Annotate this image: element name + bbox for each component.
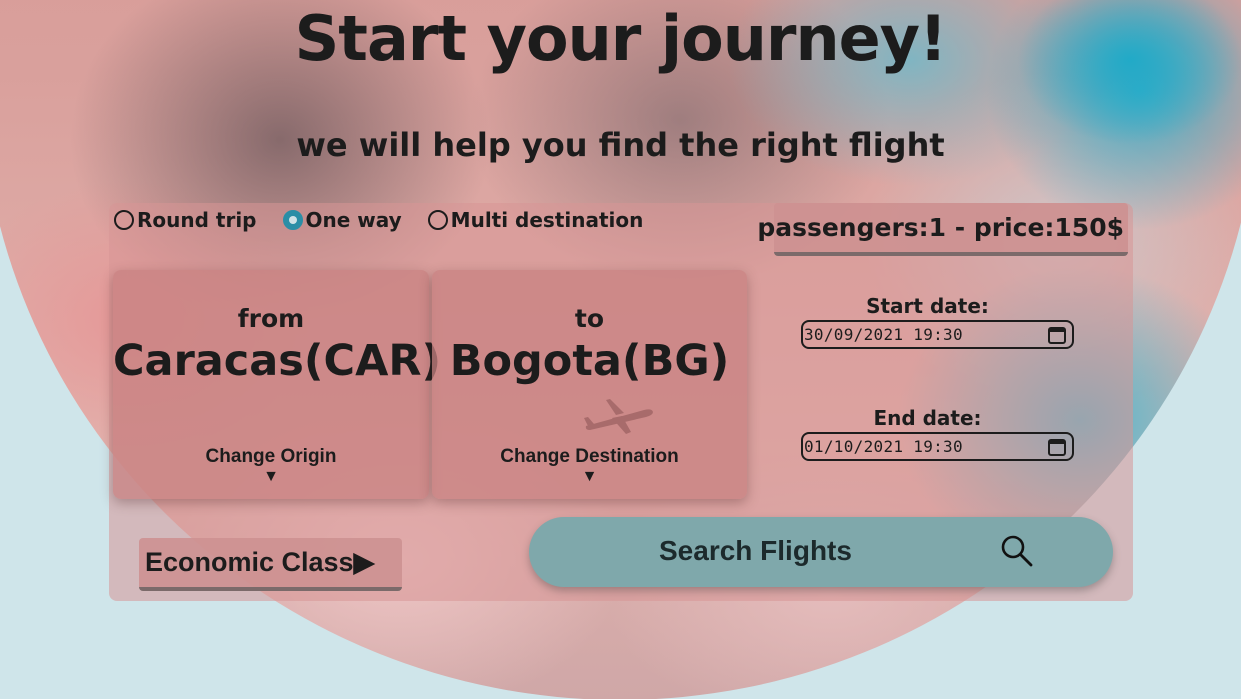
radio-unselected-icon: [114, 210, 134, 230]
end-date-value: 01/10/2021 19:30: [804, 437, 963, 456]
radio-multi-destination[interactable]: Multi destination: [427, 208, 644, 232]
page-title: Start your journey!: [294, 2, 948, 75]
radio-one-way[interactable]: One way: [282, 208, 402, 232]
calendar-icon[interactable]: [1047, 437, 1067, 457]
class-select-label: Economic Class▶: [145, 547, 375, 577]
chevron-down-icon: ▼: [263, 468, 279, 485]
radio-unselected-icon: [427, 210, 448, 230]
calendar-icon[interactable]: [1047, 325, 1067, 345]
destination-label: to: [574, 304, 605, 333]
search-icon: [1001, 535, 1033, 567]
class-select-button[interactable]: Economic Class▶: [139, 538, 402, 591]
trip-type-group: Round trip One way Multi destination: [114, 208, 669, 232]
origin-label: from: [237, 304, 305, 333]
page: Start your journey! we will help you fin…: [0, 0, 1241, 699]
change-destination-label: Change Destination: [500, 446, 679, 467]
search-flights-button[interactable]: Search Flights: [529, 517, 1113, 587]
change-origin-button[interactable]: Change Origin ▼: [113, 446, 429, 485]
destination-card[interactable]: to Bogota(BG) Change Destination ▼: [432, 270, 747, 499]
end-date-label: End date:: [873, 406, 982, 430]
passengers-price-button[interactable]: passengers:1 - price:150$: [757, 203, 1128, 256]
destination-city: Bogota(BG): [449, 336, 730, 386]
end-date-input[interactable]: 01/10/2021 19:30: [801, 432, 1074, 461]
radio-label: Multi destination: [450, 208, 644, 232]
radio-label: One way: [305, 208, 402, 232]
chevron-down-icon: ▼: [581, 468, 598, 485]
radio-label: Round trip: [137, 208, 257, 232]
airplane-icon: [584, 399, 653, 434]
start-date-value: 30/09/2021 19:30: [804, 325, 963, 344]
change-origin-label: Change Origin: [205, 446, 337, 467]
search-flights-label: Search Flights: [659, 535, 852, 566]
start-date-label: Start date:: [866, 294, 989, 318]
start-date-input[interactable]: 30/09/2021 19:30: [801, 320, 1074, 349]
change-destination-button[interactable]: Change Destination ▼: [432, 446, 747, 485]
origin-city: Caracas(CAR): [113, 336, 442, 386]
origin-card[interactable]: from Caracas(CAR) Change Origin ▼: [113, 270, 442, 499]
radio-selected-icon: [282, 210, 303, 230]
radio-round-trip[interactable]: Round trip: [114, 208, 257, 232]
page-subtitle: we will help you find the right flight: [296, 126, 945, 164]
